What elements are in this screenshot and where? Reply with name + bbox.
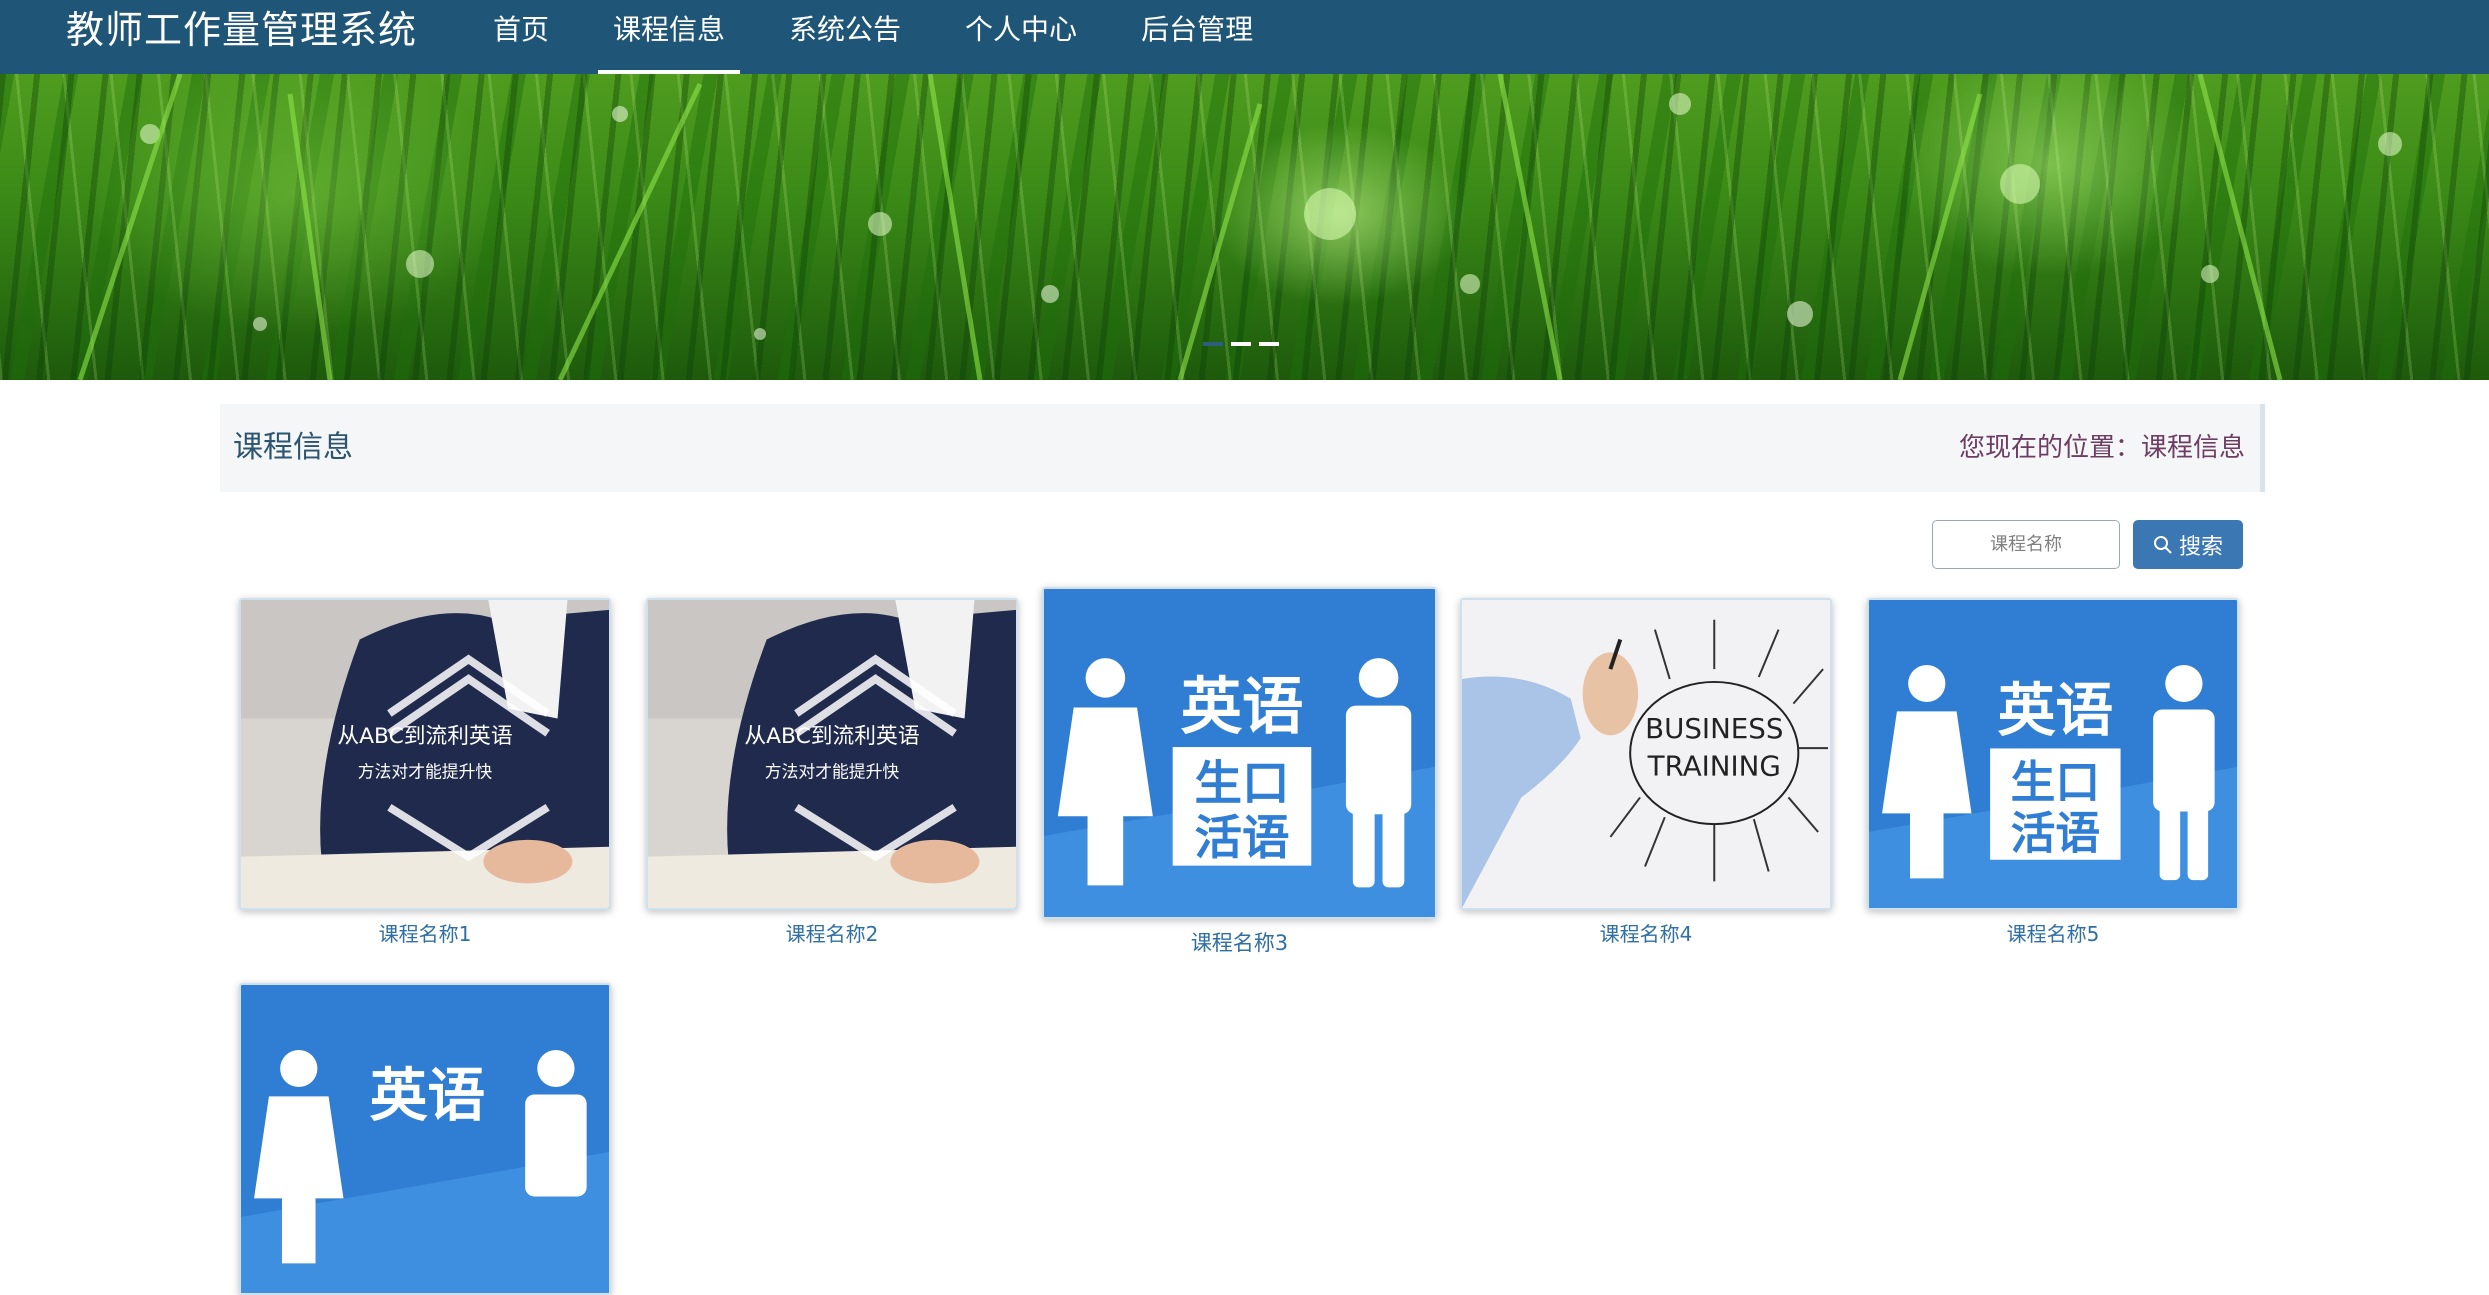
business-training-image: BUSINESS TRAINING (1462, 600, 1830, 908)
image-caption: BUSINESS (1645, 712, 1783, 745)
site-title[interactable]: 教师工作量管理系统 (66, 0, 417, 60)
image-caption: 英语 (370, 1061, 486, 1129)
nav-home[interactable]: 首页 (478, 0, 564, 74)
course-name[interactable]: 课程名称4 (1460, 918, 1832, 947)
course-name[interactable]: 课程名称1 (239, 918, 611, 947)
course-name[interactable]: 课程名称2 (646, 918, 1018, 947)
nav-courses[interactable]: 课程信息 (598, 0, 741, 74)
breadcrumb: 您现在的位置：课程信息 (1959, 404, 2245, 492)
course-name[interactable]: 课程名称3 (1042, 927, 1437, 957)
search-icon (2153, 535, 2172, 554)
image-caption: 方法对才能提升快 (765, 762, 900, 782)
grass-banner-image (77, 74, 2402, 380)
image-caption: 活语 (1194, 811, 1289, 866)
search-button-label: 搜索 (2178, 533, 2223, 559)
carousel-dot[interactable] (1203, 342, 1223, 346)
nav-admin[interactable]: 后台管理 (1126, 0, 1268, 74)
top-navbar: 教师工作量管理系统 首页 课程信息 系统公告 个人中心 后台管理 (0, 0, 2489, 74)
section-title: 课程信息 (233, 430, 353, 465)
breadcrumb-current[interactable]: 课程信息 (2141, 433, 2245, 463)
banner-carousel[interactable] (0, 74, 2489, 380)
image-caption: TRAINING (1647, 750, 1781, 783)
course-name[interactable]: 课程名称5 (1867, 918, 2239, 947)
classroom-student-image: 从ABC到流利英语 方法对才能提升快 (648, 600, 1016, 908)
course-image[interactable]: BUSINESS TRAINING (1460, 598, 1832, 910)
course-image[interactable]: 从ABC到流利英语 方法对才能提升快 (646, 598, 1018, 910)
image-caption: 从ABC到流利英语 (337, 724, 512, 749)
course-image[interactable]: 从ABC到流利英语 方法对才能提升快 (239, 598, 611, 910)
course-image[interactable]: 英语 (239, 983, 611, 1295)
main-nav: 首页 课程信息 系统公告 个人中心 后台管理 (478, 0, 1302, 74)
image-caption: 英语 (1998, 676, 2114, 744)
english-oral-image: 英语 生口 活语 (1869, 600, 2237, 908)
image-caption: 方法对才能提升快 (358, 762, 493, 782)
english-oral-image: 英语 (241, 985, 609, 1293)
image-caption: 生口 (1194, 756, 1289, 811)
carousel-dot[interactable] (1259, 342, 1279, 346)
course-image[interactable]: 英语 生口 活语 (1042, 587, 1437, 919)
classroom-student-image: 从ABC到流利英语 方法对才能提升快 (241, 600, 609, 908)
section-title-bar: 课程信息 您现在的位置：课程信息 (220, 404, 2265, 492)
carousel-indicators (1203, 342, 1279, 346)
nav-personal-center[interactable]: 个人中心 (950, 0, 1092, 74)
image-caption: 生口 (2011, 757, 2100, 809)
english-oral-image: 英语 生口 活语 (1044, 589, 1435, 917)
image-caption: 英语 (1181, 671, 1304, 742)
nav-announcements[interactable]: 系统公告 (774, 0, 916, 74)
carousel-dot[interactable] (1231, 342, 1251, 346)
image-caption: 活语 (2011, 808, 2100, 860)
search-button[interactable]: 搜索 (2133, 520, 2243, 569)
course-search-input[interactable] (1932, 520, 2120, 569)
image-caption: 从ABC到流利英语 (744, 724, 919, 749)
course-image[interactable]: 英语 生口 活语 (1867, 598, 2239, 910)
breadcrumb-prefix: 您现在的位置： (1958, 433, 2141, 463)
